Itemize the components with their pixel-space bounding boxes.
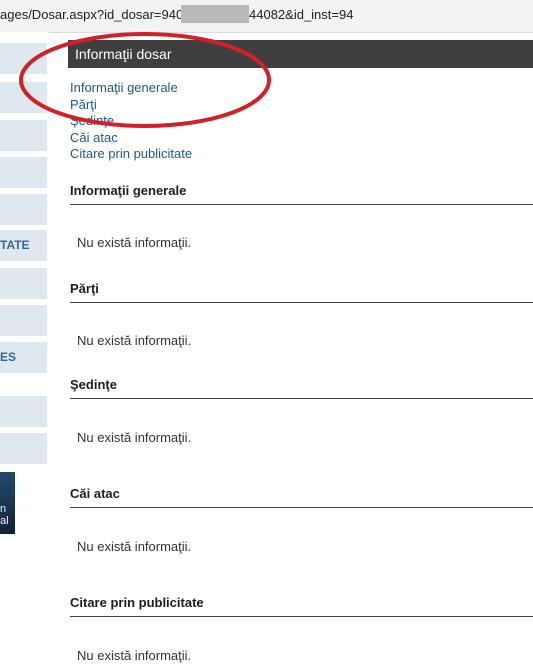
nav-link-public-summons[interactable]: Citare prin publicitate <box>70 146 192 163</box>
section-divider <box>70 616 533 617</box>
section-title: Căi atac <box>70 486 120 501</box>
empty-message: Nu există informaţii. <box>77 235 192 250</box>
sidebar-item-5[interactable] <box>0 194 47 226</box>
nav-link-hearings[interactable]: Şedinţe <box>70 113 192 130</box>
sidebar-item-7[interactable] <box>0 268 47 300</box>
sidebar-item-8[interactable] <box>0 305 47 337</box>
section-title: Citare prin publicitate <box>70 595 204 610</box>
empty-message: Nu există informaţii. <box>77 539 192 554</box>
page-title: Informaţii dosar <box>75 46 172 62</box>
sidebar-item-2[interactable] <box>0 82 47 114</box>
nav-link-parties[interactable]: Părţi <box>70 97 192 114</box>
empty-message: Nu există informaţii. <box>77 333 192 348</box>
sidebar-item-4[interactable] <box>0 157 47 189</box>
section-divider <box>70 398 533 399</box>
sidebar-item-6[interactable]: TATE <box>0 230 47 262</box>
sidebar-item-1[interactable] <box>0 43 47 75</box>
sidebar-item-9[interactable]: ES <box>0 342 47 374</box>
section-title: Părţi <box>70 281 99 296</box>
section-divider <box>70 302 533 303</box>
url-text-left: ages/Dosar.aspx?id_dosar=940 <box>0 7 184 22</box>
sidebar-item-10[interactable] <box>0 396 47 428</box>
url-redaction <box>181 5 249 23</box>
section-divider <box>70 507 533 508</box>
empty-message: Nu există informaţii. <box>77 430 192 445</box>
sidebar-banner-thumbnail[interactable]: n al <box>0 472 15 534</box>
address-bar[interactable]: ages/Dosar.aspx?id_dosar=940 44082&id_in… <box>0 0 533 33</box>
sidebar-item-11[interactable] <box>0 433 47 465</box>
nav-link-appeals[interactable]: Căi atac <box>70 130 192 147</box>
section-title: Informaţii generale <box>70 183 187 198</box>
sidebar: TATE ES n al <box>0 32 48 669</box>
url-text-right: 44082&id_inst=94 <box>249 7 354 22</box>
empty-message: Nu există informaţii. <box>77 648 192 663</box>
section-divider <box>70 204 533 205</box>
nav-link-general-info[interactable]: Informaţii generale <box>70 80 192 97</box>
section-nav: Informaţii generale Părţi Şedinţe Căi at… <box>70 80 192 163</box>
sidebar-item-3[interactable] <box>0 120 47 152</box>
panel-header: Informaţii dosar <box>68 40 533 68</box>
section-title: Şedinţe <box>70 377 117 392</box>
